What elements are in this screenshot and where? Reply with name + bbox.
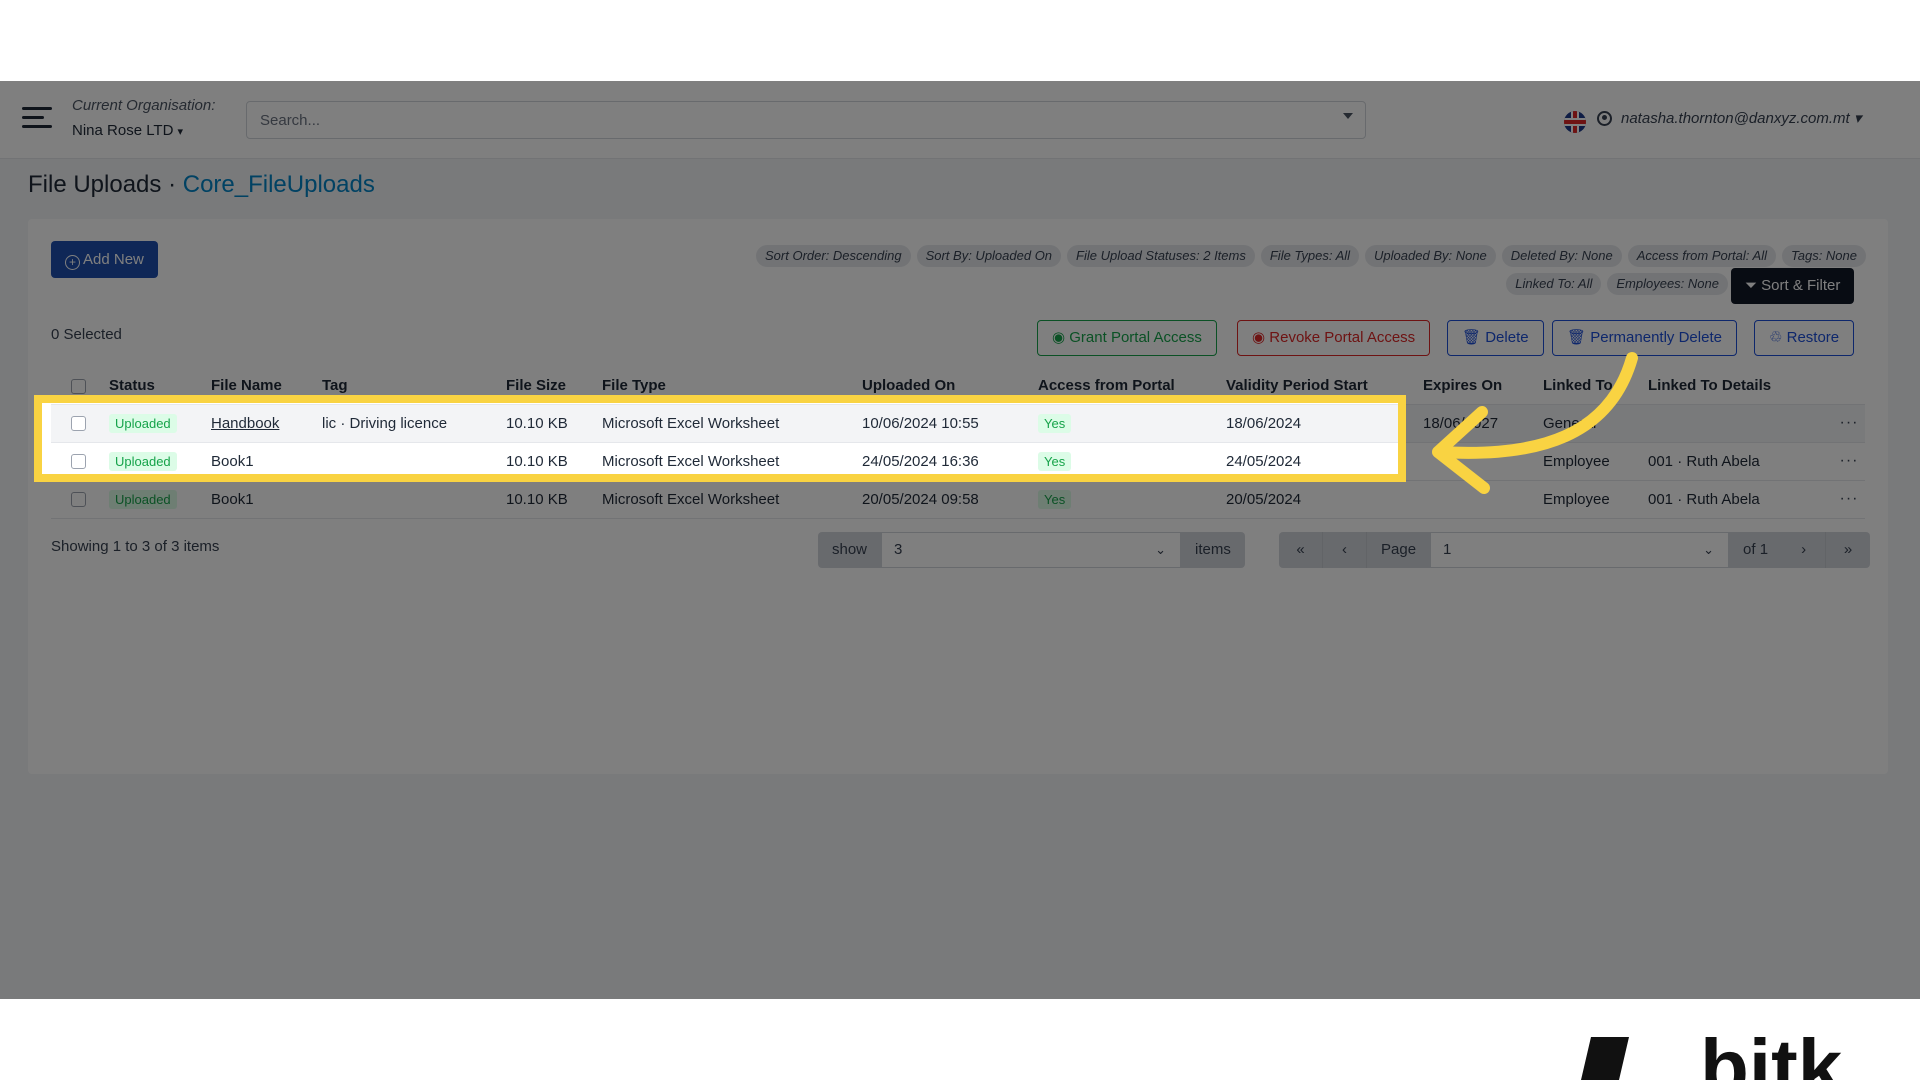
title-separator: ·	[161, 171, 183, 198]
row-checkbox[interactable]	[71, 492, 86, 508]
file-name-cell[interactable]: Book1	[211, 480, 322, 519]
restore-button[interactable]: ♲ Restore	[1754, 320, 1855, 356]
filter-chip[interactable]: Employees: None	[1607, 273, 1728, 295]
sort-filter-label: Sort & Filter	[1761, 277, 1841, 294]
page-title: File Uploads · Core_FileUploads	[28, 171, 375, 199]
portal-badge: Yes	[1038, 489, 1072, 509]
highlight-box	[34, 395, 1406, 482]
status-cell: Uploaded	[109, 480, 211, 519]
selected-count: 0 Selected	[51, 326, 122, 343]
status-badge: Uploaded	[109, 489, 177, 509]
items-label: items	[1181, 532, 1245, 568]
pagination-control: « ‹ Page 1 ⌄ of 1 › »	[1279, 532, 1871, 568]
search-input[interactable]	[247, 102, 1307, 138]
show-label: show	[818, 532, 882, 568]
plus-circle-icon: +	[65, 255, 80, 270]
row-more-menu-icon[interactable]: ···	[1833, 442, 1865, 481]
recycle-icon: ♲	[1769, 329, 1787, 346]
col-actions	[1833, 368, 1865, 405]
user-email: natasha.thornton@danxyz.com.mt	[1621, 110, 1850, 127]
validity-start-cell: 20/05/2024	[1226, 480, 1423, 519]
org-value: Nina Rose LTD	[72, 122, 174, 139]
filter-chip[interactable]: Access from Portal: All	[1627, 245, 1776, 267]
filter-icon: ⏷	[1745, 277, 1762, 294]
filter-chip[interactable]: Sort Order: Descending	[756, 245, 911, 267]
caret-down-icon[interactable]	[1343, 113, 1353, 119]
filter-chip[interactable]: File Types: All	[1260, 245, 1360, 267]
filter-chip[interactable]: Tags: None	[1781, 245, 1866, 267]
eye-off-icon: ◉	[1252, 329, 1270, 346]
svg-text:bitk: bitk	[1700, 1035, 1843, 1080]
page-select[interactable]: 1 ⌄	[1430, 532, 1730, 568]
linked-details-cell	[1648, 404, 1833, 443]
filter-chip[interactable]: Deleted By: None	[1501, 245, 1622, 267]
file-size-cell: 10.10 KB	[506, 480, 602, 519]
next-page-icon[interactable]: ›	[1782, 532, 1827, 568]
row-more-menu-icon[interactable]: ···	[1833, 404, 1865, 443]
pointer-arrow-icon	[1432, 352, 1638, 494]
page-value: 1	[1443, 541, 1452, 558]
page-title-text: File Uploads	[28, 171, 162, 198]
eye-icon: ◉	[1052, 329, 1070, 346]
page-size-value: 3	[894, 541, 903, 558]
user-menu[interactable]: natasha.thornton@danxyz.com.mt ▾	[1621, 109, 1861, 127]
revoke-label: Revoke Portal Access	[1269, 329, 1416, 346]
uk-flag-icon[interactable]	[1564, 111, 1586, 133]
filter-chip[interactable]: Uploaded By: None	[1365, 245, 1496, 267]
showing-count: Showing 1 to 3 of 3 items	[51, 538, 220, 555]
select-all-checkbox[interactable]	[71, 378, 86, 394]
portal-cell: Yes	[1038, 480, 1226, 519]
top-bar: Current Organisation: Nina Rose LTD▾ nat…	[0, 81, 1920, 159]
col-linked-to-details[interactable]: Linked To Details	[1648, 368, 1833, 405]
last-page-icon[interactable]: »	[1826, 532, 1871, 568]
filter-chip[interactable]: Sort By: Uploaded On	[916, 245, 1062, 267]
page-subtitle-link[interactable]: Core_FileUploads	[183, 171, 375, 198]
chevron-down-icon: ▾	[1853, 110, 1862, 127]
page-size-control: show 3 ⌄ items	[818, 532, 1245, 568]
row-select-cell	[51, 480, 109, 519]
of-pages-label: of 1	[1729, 532, 1783, 568]
page-label: Page	[1367, 532, 1431, 568]
chevron-down-icon: ⌄	[1703, 542, 1715, 557]
revoke-portal-access-button[interactable]: ◉ Revoke Portal Access	[1237, 320, 1431, 356]
stage: Current Organisation: Nina Rose LTD▾ nat…	[0, 0, 1920, 1080]
org-selector[interactable]: Nina Rose LTD ▾	[72, 122, 183, 139]
page-size-select[interactable]: 3 ⌄	[881, 532, 1182, 568]
app-screen: Current Organisation: Nina Rose LTD▾ nat…	[0, 81, 1920, 999]
hamburger-menu-icon[interactable]	[22, 107, 52, 133]
row-more-menu-icon[interactable]: ···	[1833, 480, 1865, 519]
chevron-down-icon: ▾	[177, 126, 183, 138]
chevron-down-icon: ⌄	[1155, 542, 1167, 557]
restore-label: Restore	[1786, 329, 1840, 346]
first-page-icon[interactable]: «	[1279, 532, 1323, 568]
filter-chip[interactable]: Linked To: All	[1506, 273, 1602, 295]
org-label: Current Organisation:	[72, 97, 216, 114]
brand-logo: bitk	[1581, 1035, 1843, 1080]
tag-cell	[322, 480, 506, 519]
search-box[interactable]	[246, 101, 1366, 139]
add-new-button[interactable]: + Add New	[51, 241, 158, 278]
file-type-cell: Microsoft Excel Worksheet	[602, 480, 862, 519]
grant-portal-access-button[interactable]: ◉ Grant Portal Access	[1037, 320, 1217, 356]
linked-details-cell: 001 · Ruth Abela	[1648, 442, 1833, 481]
filter-chips: Sort Order: Descending Sort By: Uploaded…	[678, 245, 1866, 295]
linked-details-cell: 001 · Ruth Abela	[1648, 480, 1833, 519]
grant-label: Grant Portal Access	[1069, 329, 1202, 346]
user-icon	[1597, 111, 1612, 126]
uploaded-on-cell: 20/05/2024 09:58	[862, 480, 1038, 519]
filter-chip[interactable]: File Upload Statuses: 2 Items	[1067, 245, 1255, 267]
add-new-label: Add New	[83, 251, 144, 268]
sort-filter-button[interactable]: ⏷ Sort & Filter	[1731, 268, 1855, 304]
prev-page-icon[interactable]: ‹	[1323, 532, 1367, 568]
